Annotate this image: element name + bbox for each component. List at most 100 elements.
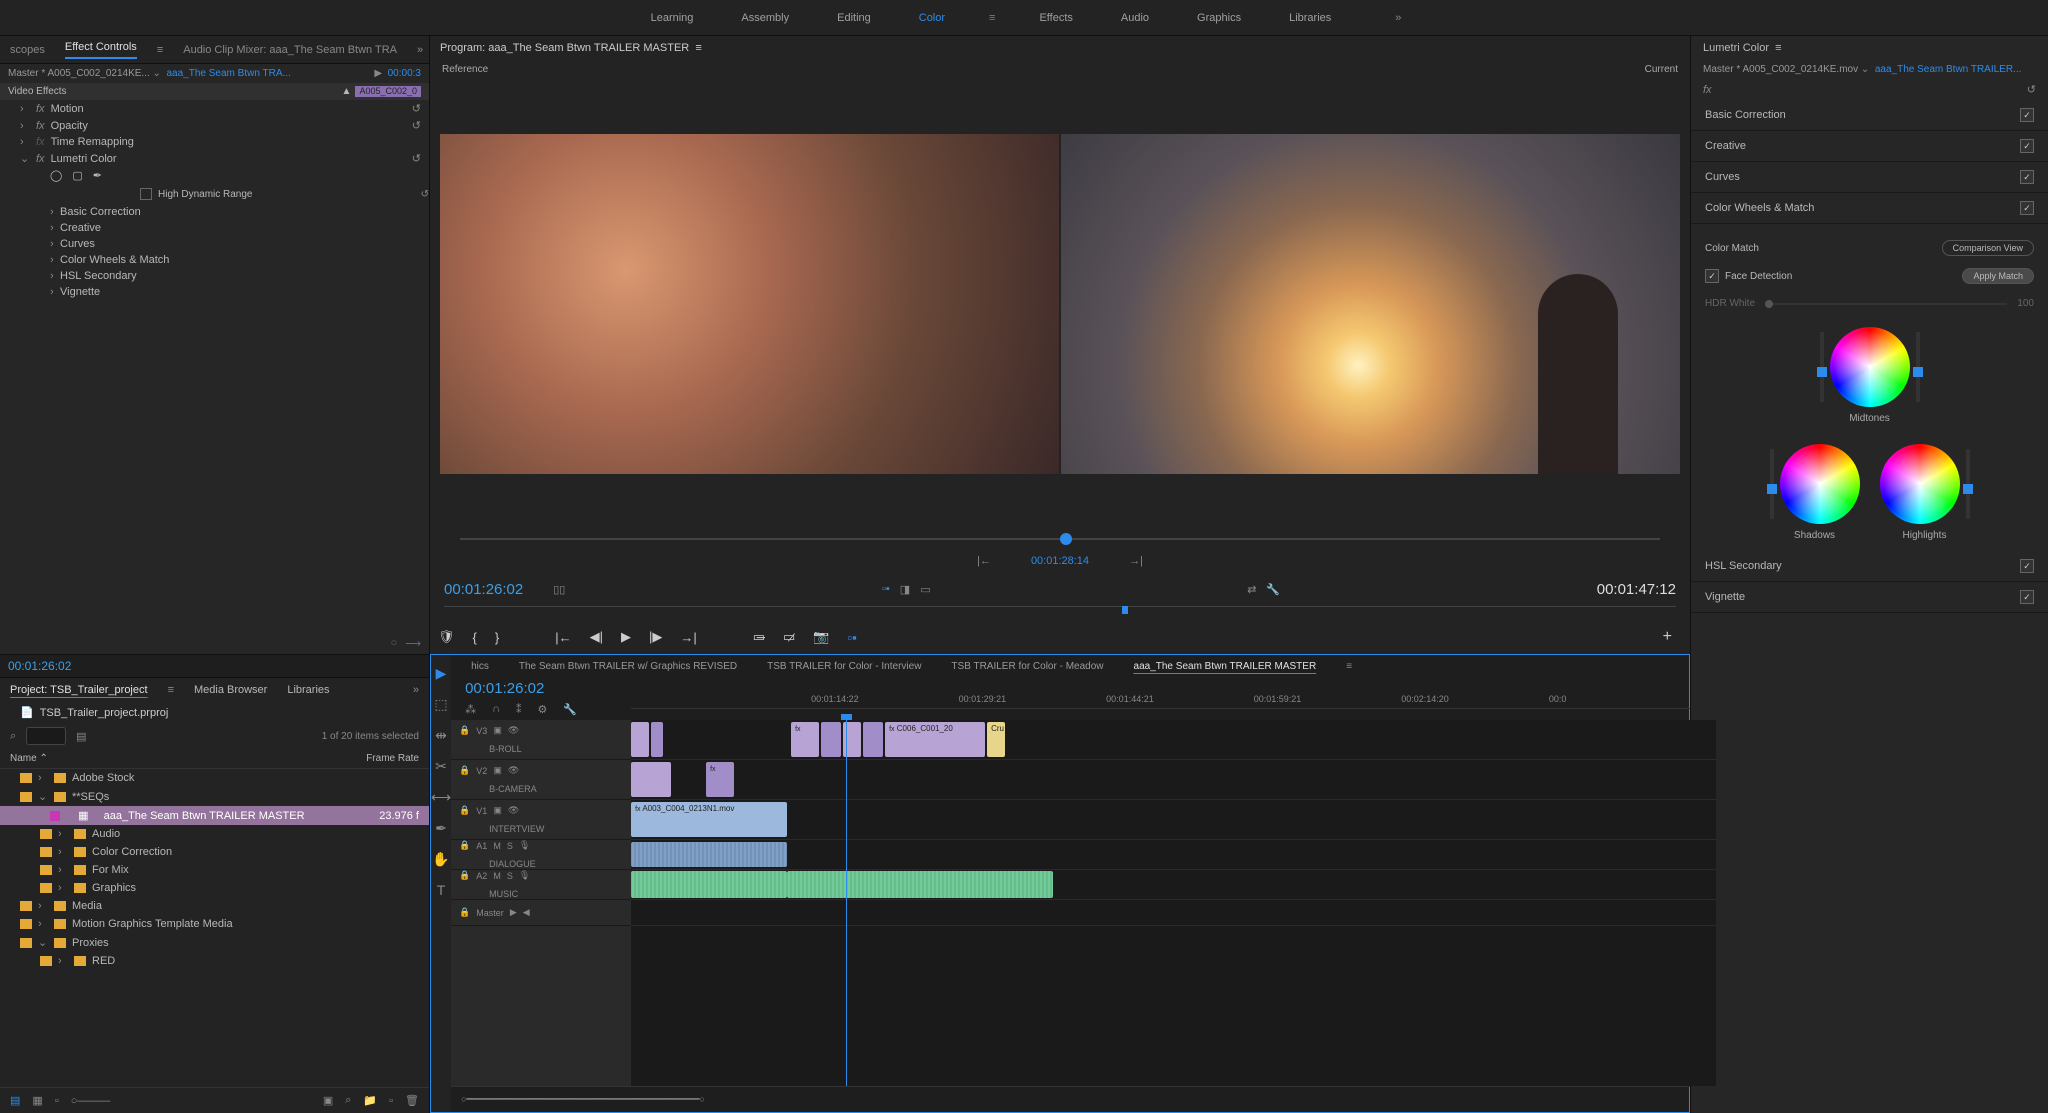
track-head-v2[interactable]: 🔒V2▣👁B-CAMERA <box>451 760 631 800</box>
ec-video-effects-header[interactable]: Video Effects <box>8 86 67 97</box>
split-icon[interactable]: ◨ <box>900 583 910 596</box>
ec-scroll-icon[interactable]: ○ <box>391 637 398 650</box>
reference-frame[interactable] <box>440 134 1059 474</box>
bin-seqs[interactable]: ⌄**SEQs <box>0 787 429 806</box>
settings-icon[interactable]: ⇄ <box>1247 583 1256 596</box>
program-scrubber[interactable] <box>430 529 1690 549</box>
bin-color-correction[interactable]: ›Color Correction <box>0 843 429 861</box>
track-select-tool-icon[interactable]: ⬚ <box>434 696 447 713</box>
tab-audio-clip-mixer[interactable]: Audio Clip Mixer: aaa_The Seam Btwn TRA <box>183 44 397 56</box>
comparison-icon[interactable]: ▫▪ <box>882 583 890 596</box>
disclosure-icon[interactable]: › <box>50 238 60 250</box>
next-shot-icon[interactable]: →| <box>1129 555 1143 567</box>
section-wheels[interactable]: Color Wheels & Match <box>1691 193 2048 224</box>
disclosure-icon[interactable]: › <box>50 270 60 282</box>
fullscreen-icon[interactable]: ▭ <box>920 583 930 596</box>
prev-shot-icon[interactable]: |← <box>977 555 991 567</box>
zoom-slider[interactable]: ○——— <box>71 1095 111 1107</box>
shadows-wheel[interactable]: + <box>1780 444 1860 524</box>
workspace-tab-graphics[interactable]: Graphics <box>1193 12 1245 24</box>
tab-media-browser[interactable]: Media Browser <box>194 684 267 696</box>
settings-icon[interactable]: ⚙ <box>537 703 547 716</box>
track-v1[interactable]: fx A003_C004_0213N1.mov <box>631 800 1716 840</box>
new-bin-icon[interactable]: 📁 <box>363 1094 377 1107</box>
clip[interactable] <box>651 722 663 757</box>
fit-icon[interactable]: ▯▯ <box>553 583 565 596</box>
freeform-view-icon[interactable]: ▫ <box>55 1095 59 1107</box>
find-icon[interactable]: ⌕ <box>345 1094 351 1107</box>
type-tool-icon[interactable]: T <box>437 882 446 898</box>
reset-icon[interactable]: ↺ <box>412 102 421 115</box>
clip[interactable]: fx <box>791 722 819 757</box>
automate-icon[interactable]: ▣ <box>323 1094 333 1107</box>
track-a2[interactable] <box>631 870 1716 900</box>
track-head-a1[interactable]: 🔒A1MS🎙DIALOGUE <box>451 840 631 870</box>
disclosure-icon[interactable]: › <box>50 222 60 234</box>
clip-a003[interactable]: fx A003_C004_0213N1.mov <box>631 802 787 837</box>
tl-tab-overflow-left[interactable]: hics <box>471 661 489 672</box>
clip[interactable] <box>631 722 649 757</box>
tab-scopes[interactable]: scopes <box>10 44 45 56</box>
bin-for-mix[interactable]: ›For Mix <box>0 861 429 879</box>
disclosure-icon[interactable]: › <box>50 206 60 218</box>
bin-media[interactable]: ›Media <box>0 897 429 915</box>
basic-checkbox[interactable] <box>2020 108 2034 122</box>
apply-match-button[interactable]: Apply Match <box>1962 268 2034 284</box>
workspace-tab-audio[interactable]: Audio <box>1117 12 1153 24</box>
step-fwd-icon[interactable]: |▶ <box>649 629 662 645</box>
icon-view-icon[interactable]: ▦ <box>32 1094 42 1107</box>
export-frame-icon[interactable]: 📷 <box>813 629 829 645</box>
disclosure-icon[interactable]: ⌄ <box>20 152 30 165</box>
tl-tab-meadow[interactable]: TSB TRAILER for Color - Meadow <box>951 661 1103 672</box>
tab-project[interactable]: Project: TSB_Trailer_project <box>10 684 148 696</box>
track-v2[interactable]: fx <box>631 760 1716 800</box>
pen-tool-icon[interactable]: ✒ <box>435 820 447 837</box>
clip-c006[interactable]: fx C006_C001_20 <box>885 722 985 757</box>
midtones-wheel[interactable]: + <box>1830 327 1910 407</box>
timeline-ruler[interactable]: 00:01:14:2200:01:29:2100:01:44:2100:01:5… <box>631 690 1746 709</box>
workspace-tab-libraries[interactable]: Libraries <box>1285 12 1335 24</box>
razor-tool-icon[interactable]: ✂ <box>435 758 447 775</box>
comparison-view-button[interactable]: Comparison View <box>1942 240 2034 256</box>
current-frame[interactable] <box>1061 134 1680 474</box>
playhead[interactable] <box>846 720 847 1086</box>
marker-add-icon[interactable]: 🛡 <box>438 629 455 645</box>
scrub-timecode[interactable]: 00:01:28:14 <box>1031 555 1089 567</box>
bin-audio[interactable]: ›Audio <box>0 825 429 843</box>
ec-creative[interactable]: Creative <box>60 222 101 234</box>
clip[interactable] <box>863 722 883 757</box>
workspace-tab-color[interactable]: Color <box>915 12 949 24</box>
new-item-icon[interactable]: ▫ <box>389 1095 393 1107</box>
hdr-white-value[interactable]: 100 <box>2017 298 2034 309</box>
workspace-tab-assembly[interactable]: Assembly <box>737 12 793 24</box>
track-head-a2[interactable]: 🔒A2MS🎙MUSIC <box>451 870 631 900</box>
search-icon[interactable]: ⌕ <box>10 730 16 743</box>
hsl-checkbox[interactable] <box>2020 559 2034 573</box>
ripple-tool-icon[interactable]: ⇹ <box>435 727 447 744</box>
audio-clip[interactable] <box>787 871 1053 898</box>
project-search-input[interactable] <box>26 727 66 745</box>
reset-icon[interactable]: ↺ <box>2027 83 2036 96</box>
lumetri-sequence[interactable]: aaa_The Seam Btwn TRAILER... <box>1875 64 2022 75</box>
comparison-view-icon[interactable]: ▫▪ <box>848 630 857 645</box>
section-hsl[interactable]: HSL Secondary <box>1691 551 2048 582</box>
clip[interactable] <box>821 722 841 757</box>
lumetri-master[interactable]: Master * A005_C002_0214KE.mov <box>1703 64 1858 75</box>
hdr-checkbox[interactable] <box>140 188 152 200</box>
ec-clip-chip[interactable]: A005_C002_0 <box>355 86 421 97</box>
clip[interactable]: fx <box>706 762 734 797</box>
section-curves[interactable]: Curves <box>1691 162 2048 193</box>
go-to-out-icon[interactable]: →| <box>680 630 696 645</box>
timeline-zoom-bar[interactable]: ○━━━━━━━━━━━━━━━━━━━━━━━━━━━━━━━━━━━━━━━… <box>451 1086 1746 1112</box>
track-master-row[interactable] <box>631 900 1716 926</box>
sequence-trailer-master[interactable]: ▦ aaa_The Seam Btwn TRAILER MASTER23.976… <box>0 806 429 825</box>
tab-libraries[interactable]: Libraries <box>287 684 329 696</box>
effect-motion[interactable]: Motion <box>51 103 84 115</box>
timeline-timecode[interactable]: 00:01:26:02 <box>451 678 631 699</box>
track-head-master[interactable]: 🔒Master▶◀ <box>451 900 631 926</box>
bin-adobe-stock[interactable]: ›Adobe Stock <box>0 769 429 787</box>
col-name[interactable]: Name ⌃ <box>10 753 366 764</box>
section-basic-correction[interactable]: Basic Correction <box>1691 100 2048 131</box>
list-view-icon[interactable]: ▤ <box>10 1094 20 1107</box>
mask-ellipse-icon[interactable]: ◯ <box>50 169 62 182</box>
